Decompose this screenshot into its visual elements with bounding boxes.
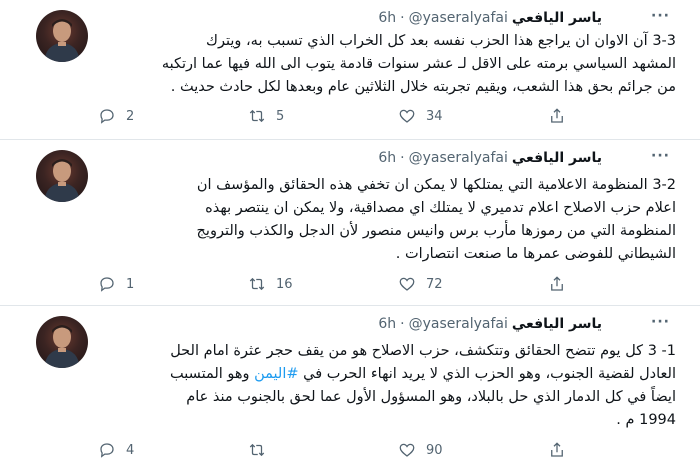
- tweet[interactable]: 6h · @yaseralyafai ياسر اليافعي ··· 3-2 …: [0, 140, 700, 306]
- retweet-count: 16: [276, 276, 293, 292]
- tweet-line: المنظومة التي من رموزها مأرب برس وانيس م…: [196, 223, 676, 239]
- reply-icon: [100, 109, 114, 124]
- tweet-text: 1- 3 كل يوم تتضح الحقائق وتتكشف، حزب الا…: [84, 340, 676, 432]
- avatar-image: [44, 325, 80, 368]
- tweet-header: 6h · @yaseralyafai ياسر اليافعي: [378, 316, 602, 332]
- tweet-line: اعلام حزب الاصلاح اعلام تدميري لا يمتلك …: [205, 200, 676, 216]
- tweet-line: ايضاً في كل الدمار الذي حل بالبلاد، وهو …: [186, 389, 676, 405]
- tweet-line: 1- 3 كل يوم تتضح الحقائق وتتكشف، حزب الا…: [170, 343, 676, 359]
- like-count: 34: [426, 108, 443, 124]
- like-button[interactable]: 72: [398, 275, 548, 293]
- author-name[interactable]: ياسر اليافعي: [512, 10, 602, 26]
- avatar[interactable]: [36, 150, 88, 202]
- tweet-header: 6h · @yaseralyafai ياسر اليافعي: [378, 150, 602, 166]
- share-icon: [551, 442, 563, 457]
- reply-count: 4: [126, 442, 135, 458]
- like-button[interactable]: 90: [398, 441, 548, 459]
- avatar-image: [44, 159, 80, 202]
- author-name[interactable]: ياسر اليافعي: [512, 316, 602, 332]
- retweet-count: 5: [276, 108, 285, 124]
- tweet-line: الشيطاني للفوضى عمرها ما صنعت انتصارات .: [395, 246, 676, 262]
- tweet-time[interactable]: 6h: [378, 10, 396, 26]
- reply-button[interactable]: 1: [98, 275, 248, 293]
- reply-count: 1: [126, 276, 135, 292]
- separator: ·: [400, 316, 405, 332]
- like-icon: [399, 443, 415, 457]
- tweet-text: 3-3 آن الاوان ان يراجع هذا الحزب نفسه بع…: [84, 30, 676, 99]
- hashtag-link[interactable]: #اليمن: [254, 366, 298, 382]
- reply-button[interactable]: 2: [98, 107, 248, 125]
- reply-count: 2: [126, 108, 135, 124]
- tweet-actions: 2 5 34: [98, 106, 598, 126]
- tweet[interactable]: 6h · @yaseralyafai ياسر اليافعي ··· 3-3 …: [0, 0, 700, 140]
- retweet-button[interactable]: 5: [248, 107, 398, 125]
- tweet-line: 1994 م .: [616, 412, 676, 428]
- share-icon: [551, 108, 563, 123]
- share-button[interactable]: [548, 107, 566, 125]
- tweet-text: 3-2 المنظومة الاعلامية التي يمتلكها لا ي…: [84, 174, 676, 266]
- tweet-time[interactable]: 6h: [378, 316, 396, 332]
- like-count: 72: [426, 276, 443, 292]
- author-handle[interactable]: @yaseralyafai: [409, 10, 508, 26]
- tweet[interactable]: 6h · @yaseralyafai ياسر اليافعي ··· 1- 3…: [0, 306, 700, 472]
- avatar-image: [44, 19, 80, 62]
- more-options-icon[interactable]: ···: [651, 314, 670, 330]
- tweet-line: من جرائم بحق هذا الشعب، ويقيم تجربته خلا…: [170, 79, 676, 95]
- like-icon: [399, 277, 415, 291]
- like-button[interactable]: 34: [398, 107, 548, 125]
- share-icon: [551, 276, 563, 291]
- separator: ·: [400, 10, 405, 26]
- tweet-line: 3-3 آن الاوان ان يراجع هذا الحزب نفسه بع…: [206, 33, 676, 49]
- tweet-actions: 4 90: [98, 440, 598, 460]
- tweet-line: المشهد السياسي برمته على الاقل لـ عشر سن…: [161, 56, 676, 72]
- tweet-line: 3-2 المنظومة الاعلامية التي يمتلكها لا ي…: [196, 177, 676, 193]
- author-handle[interactable]: @yaseralyafai: [409, 316, 508, 332]
- tweet-actions: 1 16 72: [98, 274, 598, 294]
- reply-button[interactable]: 4: [98, 441, 248, 459]
- reply-icon: [100, 443, 114, 458]
- tweet-header: 6h · @yaseralyafai ياسر اليافعي: [378, 10, 602, 26]
- avatar[interactable]: [36, 316, 88, 368]
- author-name[interactable]: ياسر اليافعي: [512, 150, 602, 166]
- separator: ·: [400, 150, 405, 166]
- like-count: 90: [426, 442, 443, 458]
- retweet-icon: [249, 443, 265, 457]
- tweet-time[interactable]: 6h: [378, 150, 396, 166]
- reply-icon: [100, 277, 114, 292]
- author-handle[interactable]: @yaseralyafai: [409, 150, 508, 166]
- retweet-icon: [249, 109, 265, 123]
- like-icon: [399, 109, 415, 123]
- tweet-line: العادل لقضية الجنوب، وهو الحزب الذي لا ي…: [84, 363, 676, 386]
- tweet-line-text: وهو المتسبب: [170, 366, 255, 382]
- more-options-icon[interactable]: ···: [651, 148, 670, 164]
- tweet-line-text: العادل لقضية الجنوب، وهو الحزب الذي لا ي…: [298, 366, 676, 382]
- share-button[interactable]: [548, 441, 566, 459]
- more-options-icon[interactable]: ···: [651, 8, 670, 24]
- retweet-icon: [249, 277, 265, 291]
- retweet-button[interactable]: 16: [248, 275, 398, 293]
- avatar[interactable]: [36, 10, 88, 62]
- share-button[interactable]: [548, 275, 566, 293]
- retweet-button[interactable]: [248, 441, 398, 459]
